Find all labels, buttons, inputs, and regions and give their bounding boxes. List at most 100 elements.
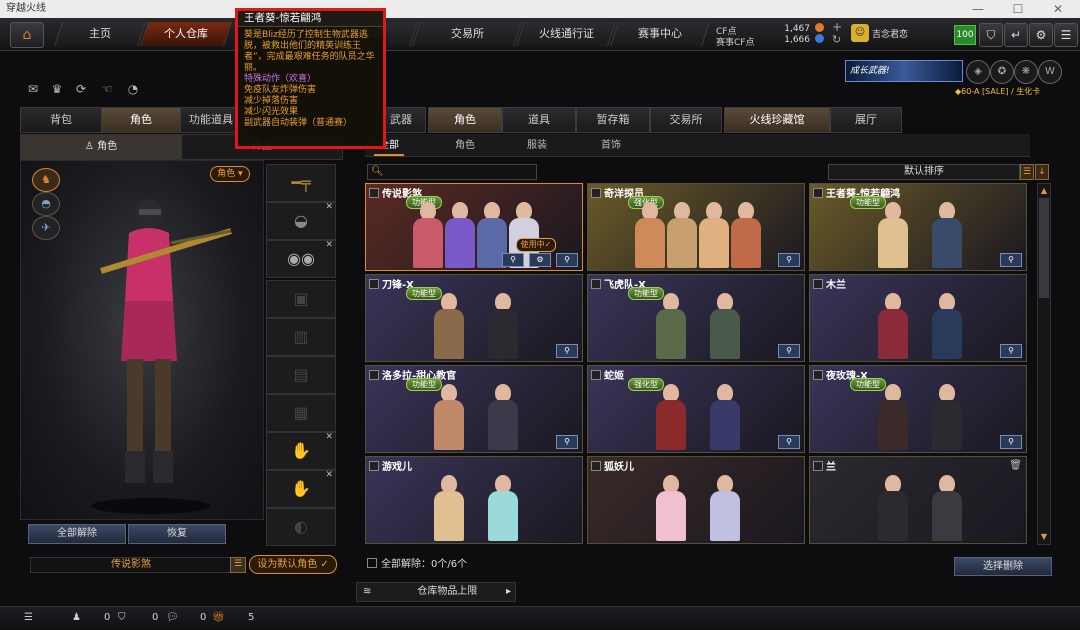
tab-functional-items[interactable]: 功能道具	[180, 107, 242, 133]
sort-list-icon[interactable]: ☰	[1020, 164, 1034, 180]
sort-arrow-icon[interactable]: ↓	[1035, 164, 1049, 180]
minimize-button[interactable]: —	[960, 0, 996, 18]
checkbox-icon[interactable]	[813, 279, 823, 289]
filter-outfit[interactable]: 服装	[522, 138, 552, 154]
checkbox-icon[interactable]	[591, 370, 601, 380]
try-on-icon[interactable]: ⚲	[1000, 435, 1022, 449]
menu-lines-icon[interactable]: ☰	[24, 611, 33, 625]
home-icon[interactable]: ⌂	[10, 22, 44, 48]
role-card[interactable]: 传说影煞功能型使用中✓⚲⚙⚲	[365, 183, 583, 271]
try-on-icon[interactable]: ⚲	[556, 435, 578, 449]
filter-jewelry[interactable]: 首饰	[596, 138, 626, 154]
try-on-icon[interactable]: ⚲	[1000, 253, 1022, 267]
role-card[interactable]: 洛多拉-甜心教官 功能型 ⚲	[365, 365, 583, 453]
role-card[interactable]: 木兰 ⚲	[809, 274, 1027, 362]
pose-button-3[interactable]: ✈	[32, 216, 60, 240]
tab-showroom[interactable]: 展厅	[830, 107, 902, 133]
shield-icon[interactable]: ⛉	[979, 23, 1003, 47]
set-default-character-button[interactable]: 设为默认角色 ✓	[249, 555, 337, 574]
role-card[interactable]: 兰 🗑︎	[809, 456, 1027, 544]
tab-storage[interactable]: 暂存箱	[576, 107, 650, 133]
tab-collection[interactable]: 火线珍藏馆	[724, 107, 830, 133]
role-card[interactable]: 飞虎队-X 功能型 ⚲	[587, 274, 805, 362]
remove-icon[interactable]: ✕	[325, 240, 333, 250]
chat-icon[interactable]: 💬︎	[166, 611, 179, 625]
tab-exchange[interactable]: 交易所	[650, 107, 722, 133]
zoom-icon[interactable]: ⚲	[556, 253, 578, 267]
scrollbar[interactable]: ▲ ▼	[1037, 183, 1051, 545]
role-tag[interactable]: 角色 ▾	[210, 166, 250, 182]
try-on-icon[interactable]: ⚲	[1000, 344, 1022, 358]
role-card[interactable]: 刀锋-X 功能型 ⚲	[365, 274, 583, 362]
role-card[interactable]: 奇洋探员强化型⚲	[587, 183, 805, 271]
try-on-icon[interactable]: ⚲	[778, 253, 800, 267]
tab-character[interactable]: 角色	[101, 107, 181, 133]
checkbox-icon[interactable]	[367, 558, 377, 568]
tab-backpack[interactable]: 背包	[20, 107, 102, 133]
character-preview[interactable]	[20, 160, 264, 520]
try-on-icon[interactable]: ⚲	[778, 435, 800, 449]
subtab-character[interactable]: ♙ 角色	[20, 134, 182, 160]
remove-icon[interactable]: ✕	[325, 432, 333, 442]
glasses-slot[interactable]: ◉◉ ✕	[266, 240, 336, 278]
nav-tab-exchange[interactable]: 交易所	[412, 22, 522, 46]
crown-icon[interactable]: ♛	[48, 82, 66, 100]
role-card[interactable]: 游戏儿	[365, 456, 583, 544]
remove-icon[interactable]: ✕	[325, 202, 333, 212]
wing-emblem-icon[interactable]: W	[1038, 60, 1062, 84]
cycle-icon[interactable]: ⟳	[72, 82, 90, 100]
nav-tab-home[interactable]: 主页	[54, 22, 146, 46]
select-delete-button[interactable]: 选择删除	[954, 557, 1052, 576]
hand-icon[interactable]: ☜	[98, 82, 116, 100]
pose-button-2[interactable]: ◓	[32, 192, 60, 216]
mail-icon[interactable]: ✉	[24, 82, 42, 100]
restore-button[interactable]: 恢复	[128, 524, 226, 544]
try-on-icon[interactable]: ⚲	[502, 253, 524, 267]
nav-tab-events[interactable]: 赛事中心	[610, 22, 710, 46]
gift-icon[interactable]: 🎁︎	[212, 611, 225, 625]
pants-slot[interactable]: ▦	[266, 394, 336, 432]
close-button[interactable]: ✕	[1040, 0, 1076, 18]
search-input[interactable]: 🔍︎	[367, 164, 537, 180]
add-cf-icon[interactable]: +	[832, 20, 842, 34]
unequip-all-button[interactable]: 全部解除	[28, 524, 126, 544]
role-card[interactable]: 王者葵-惊若翩鸿 功能型 ⚲	[809, 183, 1027, 271]
shoes-slot[interactable]: ◐	[266, 508, 336, 546]
try-on-icon[interactable]: ⚲	[778, 344, 800, 358]
badge-emblem-icon[interactable]: ❋	[1014, 60, 1038, 84]
bulb-icon[interactable]: ◔	[124, 82, 142, 100]
top-slot[interactable]: ▥	[266, 318, 336, 356]
exit-icon[interactable]: ↵	[1004, 23, 1028, 47]
helmet-slot[interactable]: ◒ ✕	[266, 202, 336, 240]
checkbox-icon[interactable]	[591, 279, 601, 289]
tab-props[interactable]: 道具	[502, 107, 576, 133]
nav-tab-pass[interactable]: 火线通行证	[516, 22, 616, 46]
scroll-up-icon[interactable]: ▲	[1039, 186, 1049, 196]
checkbox-icon[interactable]	[813, 188, 823, 198]
clan-emblem-icon[interactable]: ✪	[990, 60, 1014, 84]
gloves-slot[interactable]: ✋ ✕	[266, 432, 336, 470]
promo-banner[interactable]: 成长武器!	[845, 60, 963, 82]
checkbox-icon[interactable]	[369, 370, 379, 380]
tab-roles[interactable]: 角色	[428, 107, 502, 133]
checkbox-icon[interactable]	[591, 461, 601, 471]
filter-role[interactable]: 角色	[450, 138, 480, 154]
refresh-icon[interactable]: ↻	[832, 33, 841, 46]
trash-icon[interactable]: 🗑︎	[1009, 460, 1022, 471]
bag-slot[interactable]: ▤	[266, 356, 336, 394]
role-card[interactable]: 夜玫瑰-X 功能型 ⚲	[809, 365, 1027, 453]
checkbox-icon[interactable]	[813, 370, 823, 380]
shield-small-icon[interactable]: ⛉	[118, 611, 126, 625]
try-on-icon[interactable]: ⚲	[556, 344, 578, 358]
checkbox-icon[interactable]	[369, 279, 379, 289]
bracer-slot[interactable]: ✋ ✕	[266, 470, 336, 508]
role-card[interactable]: 蛇姬 强化型 ⚲	[587, 365, 805, 453]
remove-icon[interactable]: ✕	[325, 470, 333, 480]
rank-emblem-icon[interactable]: ◈	[966, 60, 990, 84]
scrollbar-thumb[interactable]	[1039, 198, 1049, 298]
menu-icon[interactable]: ☰	[1054, 23, 1078, 47]
maximize-button[interactable]: ☐	[1000, 0, 1036, 18]
sort-dropdown[interactable]: 默认排序	[828, 164, 1020, 180]
checkbox-icon[interactable]	[813, 461, 823, 471]
checkbox-icon[interactable]	[591, 188, 601, 198]
